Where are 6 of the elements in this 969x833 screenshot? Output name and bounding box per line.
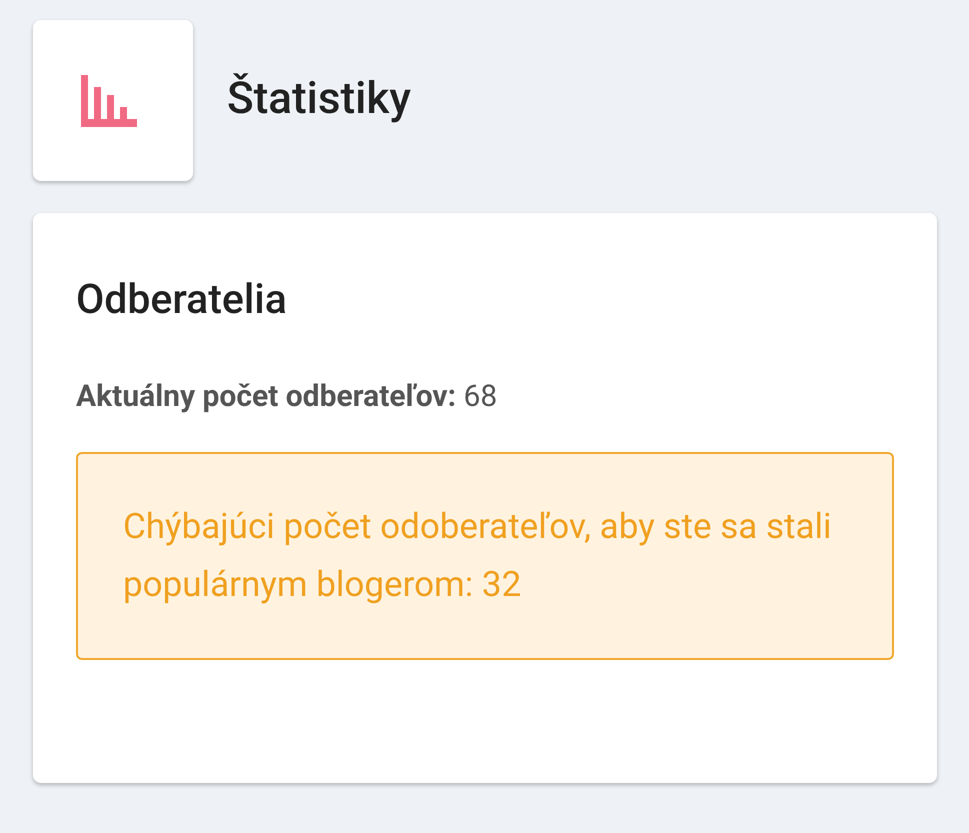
alert-text: Chýbajúci počet odoberateľov, aby ste sa stali populárnym blogerom: 32 [123,505,833,607]
stat-label: Aktuálny počet odberateľov: [76,379,456,414]
page-title: Štatistiky [227,70,411,126]
stat-value: 68 [464,379,498,414]
bar-chart-icon [81,74,137,126]
card-title: Odberatelia [76,275,288,326]
